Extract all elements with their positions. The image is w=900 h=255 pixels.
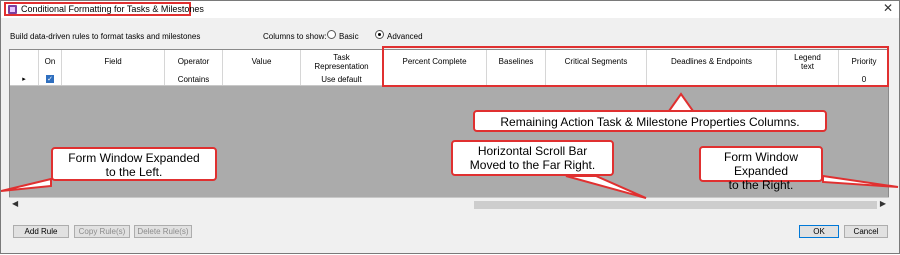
copy-rule-button[interactable]: Copy Rule(s) [74, 225, 130, 238]
scroll-callout: Horizontal Scroll Bar Moved to the Far R… [451, 140, 614, 176]
right-expand-callout: Form Window Expanded to the Right. [699, 146, 823, 192]
scroll-callout-line2: Moved to the Far Right. [469, 158, 596, 172]
ok-button[interactable]: OK [799, 225, 839, 238]
scroll-callout-line1: Horizontal Scroll Bar [477, 144, 588, 158]
left-callout-line2: to the Left. [105, 165, 163, 179]
left-expand-callout: Form Window Expanded to the Left. [51, 147, 217, 181]
cancel-button[interactable]: Cancel [844, 225, 888, 238]
remaining-columns-callout: Remaining Action Task & Milestone Proper… [473, 110, 827, 132]
remaining-columns-text: Remaining Action Task & Milestone Proper… [500, 115, 800, 129]
delete-rule-button[interactable]: Delete Rule(s) [134, 225, 192, 238]
right-callout-line2: to the Right. [728, 178, 794, 192]
right-callout-pointer [822, 174, 899, 188]
left-callout-pointer [1, 177, 52, 192]
dialog-window: Conditional Formatting for Tasks & Miles… [0, 0, 900, 254]
add-rule-button[interactable]: Add Rule [13, 225, 69, 238]
right-callout-line1: Form Window Expanded [723, 150, 798, 178]
remaining-columns-pointer [667, 92, 695, 112]
left-callout-line1: Form Window Expanded [68, 151, 200, 165]
scroll-callout-pointer [565, 175, 647, 199]
